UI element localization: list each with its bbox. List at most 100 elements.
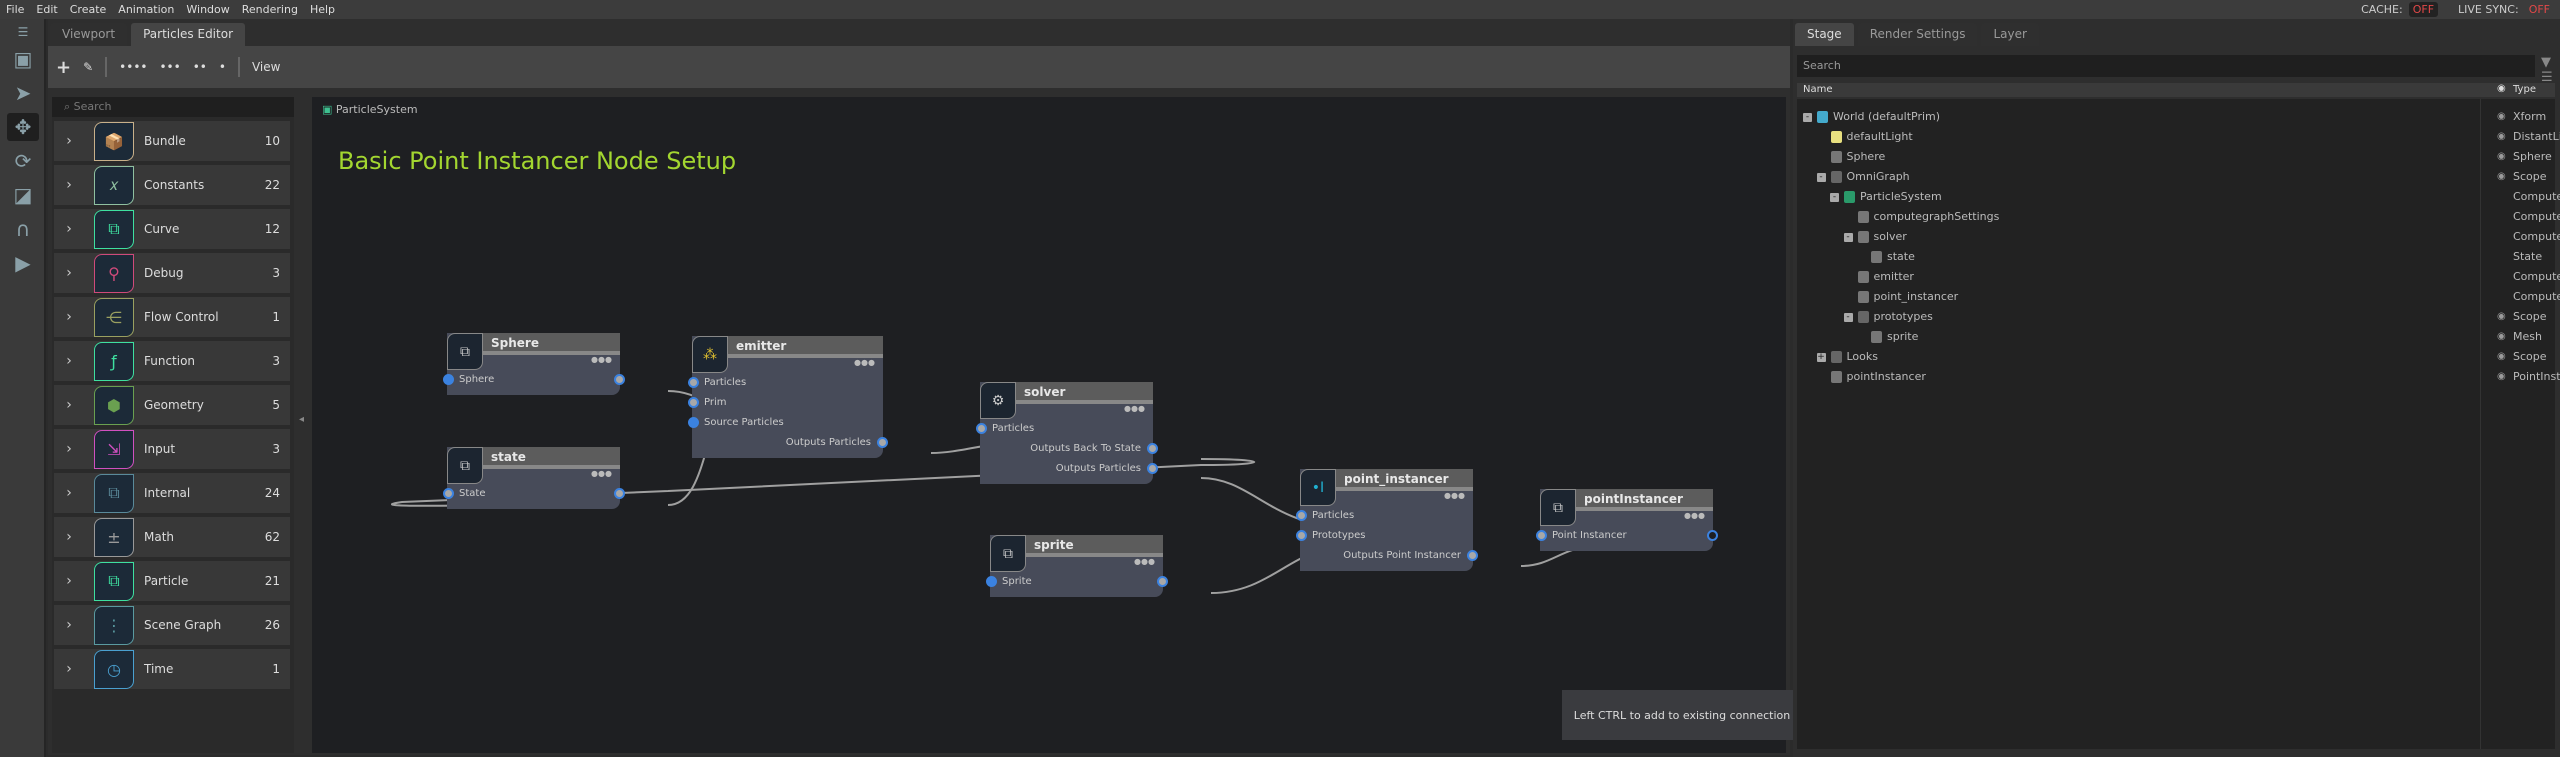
view-menu[interactable]: View bbox=[252, 60, 280, 74]
input-port[interactable]: Sprite bbox=[986, 572, 1168, 592]
select-arrow-icon[interactable]: ➤ bbox=[7, 79, 39, 107]
input-port[interactable]: Source Particles bbox=[688, 413, 883, 433]
menu-rendering[interactable]: Rendering bbox=[236, 3, 304, 16]
tab-viewport[interactable]: Viewport bbox=[50, 23, 128, 46]
input-port[interactable]: State bbox=[443, 484, 625, 504]
eye-icon[interactable]: ◉ bbox=[2497, 83, 2506, 94]
rotate-icon[interactable]: ⟳ bbox=[7, 147, 39, 175]
port-connector[interactable] bbox=[688, 397, 699, 408]
output-connector[interactable] bbox=[614, 374, 625, 385]
chevron-right-icon[interactable]: › bbox=[54, 441, 84, 457]
chevron-right-icon[interactable]: › bbox=[54, 309, 84, 325]
menu-edit[interactable]: Edit bbox=[30, 3, 63, 16]
node-pointInstancer[interactable]: ⧉ pointInstancer ●●● Point Instancer bbox=[1536, 489, 1718, 551]
chevron-right-icon[interactable]: › bbox=[54, 661, 84, 677]
layout-dots-icon[interactable]: •••• bbox=[119, 60, 147, 74]
node-emitter[interactable]: ⁂ emitter ●●● Particles Prim Source Particles… bbox=[688, 336, 888, 458]
name-column-header[interactable]: Name bbox=[1803, 84, 1833, 95]
chevron-right-icon[interactable]: › bbox=[54, 617, 84, 633]
port-connector[interactable] bbox=[986, 576, 997, 587]
menu-animation[interactable]: Animation bbox=[112, 3, 180, 16]
stage-row[interactable]: defaultLight◉DistantLight bbox=[1797, 127, 2560, 147]
collapse-icon[interactable]: - bbox=[1843, 313, 1853, 322]
node-solver[interactable]: ⚙ solver ●●● Particles Outputs Back To State… bbox=[976, 382, 1158, 484]
palette-item-curve[interactable]: › ⧉ Curve 12 bbox=[54, 209, 290, 249]
snap-magnet-icon[interactable]: ∩ bbox=[7, 215, 39, 243]
input-port[interactable]: Particles bbox=[976, 419, 1153, 439]
chevron-right-icon[interactable]: › bbox=[54, 353, 84, 369]
layout-dots-icon[interactable]: ••• bbox=[159, 60, 180, 74]
node-sprite[interactable]: ⧉ sprite ●●● Sprite bbox=[986, 535, 1168, 597]
output-port[interactable]: Outputs Particles bbox=[692, 433, 888, 453]
chevron-right-icon[interactable]: › bbox=[54, 397, 84, 413]
output-connector[interactable] bbox=[1157, 576, 1168, 587]
stage-row[interactable]: - prototypes ◉ Scope bbox=[1797, 307, 2555, 327]
port-connector[interactable] bbox=[1296, 530, 1307, 541]
input-port[interactable]: Particles bbox=[1296, 506, 1473, 526]
output-port[interactable]: Outputs Point Instancer bbox=[1300, 546, 1478, 566]
pencil-icon[interactable]: ✎ bbox=[83, 60, 93, 74]
menu-window[interactable]: Window bbox=[180, 3, 235, 16]
output-port[interactable]: Outputs Back To State bbox=[980, 439, 1158, 459]
tab-render-settings[interactable]: Render Settings bbox=[1857, 23, 1978, 46]
palette-item-internal[interactable]: › ⧉ Internal 24 bbox=[54, 473, 290, 513]
output-connector[interactable] bbox=[614, 488, 625, 499]
stage-row[interactable]: state State bbox=[1797, 247, 2555, 267]
stage-search-input[interactable]: Search bbox=[1797, 55, 2535, 77]
type-column-header[interactable]: Type bbox=[2513, 84, 2536, 95]
breadcrumb[interactable]: ▣ ParticleSystem bbox=[322, 103, 418, 116]
menu-create[interactable]: Create bbox=[64, 3, 113, 16]
chevron-right-icon[interactable]: › bbox=[54, 133, 84, 149]
stage-row[interactable]: emitter ComputeNode bbox=[1797, 267, 2560, 287]
port-connector[interactable] bbox=[688, 377, 699, 388]
node-state[interactable]: ⧉ state ●●● State bbox=[443, 447, 625, 509]
collapse-icon[interactable]: - bbox=[1843, 233, 1853, 242]
input-port[interactable]: Sphere bbox=[443, 370, 625, 390]
palette-item-debug[interactable]: › ⚲ Debug 3 bbox=[54, 253, 290, 293]
palette-item-bundle[interactable]: › 📦 Bundle 10 bbox=[54, 121, 290, 161]
frame-select-icon[interactable]: ▣ bbox=[7, 45, 39, 73]
chevron-right-icon[interactable]: › bbox=[54, 529, 84, 545]
output-port[interactable]: Outputs Particles bbox=[980, 459, 1158, 479]
stage-row[interactable]: - solver ComputeNode bbox=[1797, 227, 2560, 247]
tab-particles-editor[interactable]: Particles Editor bbox=[131, 23, 245, 46]
hamburger-icon[interactable]: ☰ bbox=[7, 25, 39, 39]
palette-item-input[interactable]: › ⇲ Input 3 bbox=[54, 429, 290, 469]
collapse-icon[interactable]: - bbox=[1830, 193, 1839, 202]
move-icon[interactable]: ✥ bbox=[7, 113, 39, 141]
menu-help[interactable]: Help bbox=[304, 3, 341, 16]
collapse-handle[interactable]: ◂ bbox=[299, 414, 304, 425]
add-icon[interactable]: + bbox=[56, 57, 71, 78]
palette-item-time[interactable]: › ◷ Time 1 bbox=[54, 649, 290, 689]
palette-item-scene-graph[interactable]: › ⋮ Scene Graph 26 bbox=[54, 605, 290, 645]
tab-stage[interactable]: Stage bbox=[1795, 23, 1854, 46]
stage-row[interactable]: point_instancer ComputeNode bbox=[1797, 287, 2560, 307]
collapse-icon[interactable]: - bbox=[1803, 113, 1812, 122]
node-sphere[interactable]: ⧉ Sphere ●●● Sphere bbox=[443, 333, 625, 395]
palette-item-constants[interactable]: › 𝑥 Constants 22 bbox=[54, 165, 290, 205]
cache-toggle[interactable]: OFF bbox=[2408, 2, 2439, 17]
chevron-right-icon[interactable]: › bbox=[54, 485, 84, 501]
scale-icon[interactable]: ◪ bbox=[7, 181, 39, 209]
filter-icon[interactable]: ▼ bbox=[2541, 55, 2551, 70]
stage-row[interactable]: sprite ◉ Mesh bbox=[1797, 327, 2555, 347]
expand-icon[interactable]: + bbox=[1816, 353, 1826, 362]
port-connector[interactable] bbox=[1296, 510, 1307, 521]
chevron-right-icon[interactable]: › bbox=[54, 221, 84, 237]
stage-row[interactable]: - ParticleSystem ComputeGraph bbox=[1797, 187, 2560, 207]
palette-item-flow-control[interactable]: › ⋲ Flow Control 1 bbox=[54, 297, 290, 337]
stage-row[interactable]: - OmniGraph ◉ Scope bbox=[1797, 167, 2555, 187]
play-icon[interactable]: ▶ bbox=[7, 249, 39, 277]
input-port[interactable]: Point Instancer bbox=[1536, 526, 1718, 546]
layout-dots-icon[interactable]: • bbox=[219, 60, 226, 74]
node-point_instancer[interactable]: •I point_instancer ●●● Particles Prototypes O… bbox=[1296, 469, 1478, 571]
stage-row[interactable]: pointInstancer◉PointInstancer bbox=[1797, 367, 2560, 387]
output-connector[interactable] bbox=[1707, 530, 1718, 541]
stage-row[interactable]: Sphere ◉ Sphere bbox=[1797, 147, 2555, 167]
input-port[interactable]: Particles bbox=[688, 373, 883, 393]
stage-row[interactable]: - World (defaultPrim) ◉ Xform bbox=[1797, 107, 2555, 127]
input-port[interactable]: Prototypes bbox=[1296, 526, 1473, 546]
stage-row[interactable]: + Looks ◉ Scope bbox=[1797, 347, 2555, 367]
layout-dots-icon[interactable]: •• bbox=[193, 60, 207, 74]
port-connector[interactable] bbox=[1147, 443, 1158, 454]
